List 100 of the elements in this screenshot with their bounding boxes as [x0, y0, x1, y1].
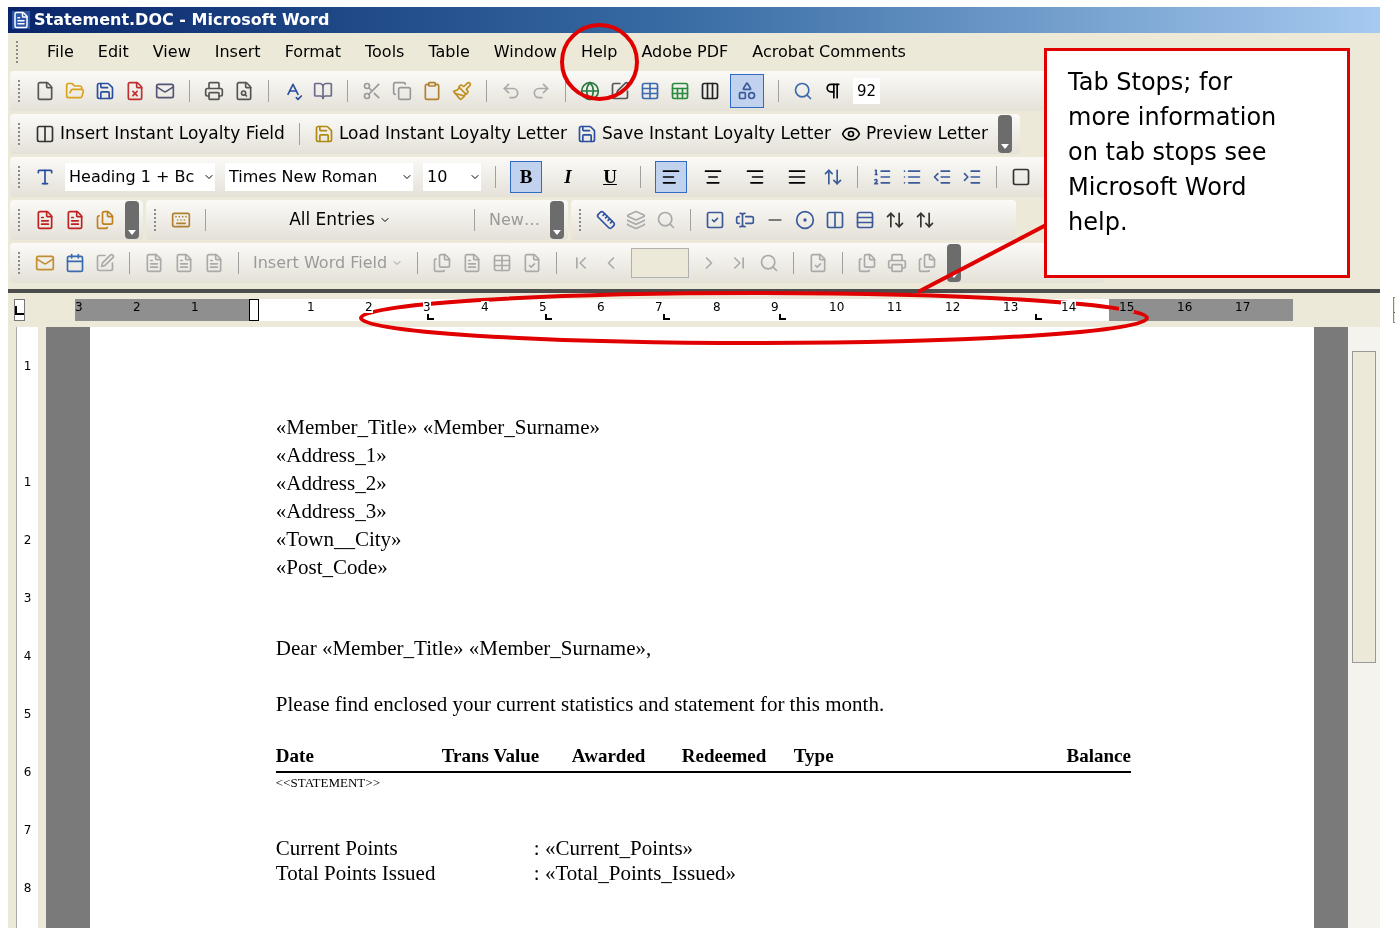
styles-icon[interactable] — [35, 167, 55, 187]
window-title: Statement.DOC - Microsoft Word — [34, 9, 330, 31]
envelope-document-icon[interactable] — [35, 253, 55, 273]
menu-item[interactable]: File — [47, 40, 74, 64]
style-dropdown[interactable]: Heading 1 + Bc — [65, 163, 215, 191]
paste-icon[interactable] — [422, 81, 442, 101]
toolbar-grip[interactable] — [18, 252, 21, 274]
toolbar-options-button[interactable] — [125, 201, 139, 239]
ruler-number: 6 — [23, 764, 32, 781]
table-icon[interactable] — [640, 81, 660, 101]
ruler-number: 17 — [1235, 301, 1251, 313]
toolbar-grip[interactable] — [578, 209, 582, 231]
print-preview-icon[interactable] — [234, 81, 254, 101]
address-line: «Address_1» — [275, 442, 388, 469]
tab-stop-marker[interactable] — [663, 314, 670, 320]
column-header: Trans Value — [441, 744, 541, 768]
toolbar-options-button[interactable] — [549, 201, 564, 239]
format-painter-icon[interactable] — [452, 81, 472, 101]
frame-icon[interactable] — [824, 210, 845, 230]
check-errors-icon[interactable] — [808, 253, 829, 273]
radio-icon[interactable] — [794, 210, 815, 230]
font-size-dropdown[interactable]: 10 — [423, 163, 481, 191]
ruler-number: 9 — [771, 301, 779, 313]
ruler-number: 8 — [23, 880, 32, 897]
columns-icon[interactable] — [700, 81, 720, 101]
mail-icon[interactable] — [155, 81, 175, 101]
menu-item[interactable]: Window — [493, 40, 557, 64]
printer-icon[interactable] — [204, 81, 224, 101]
ruler-number: 3 — [75, 301, 83, 313]
scroll-thumb[interactable] — [1352, 351, 1376, 663]
decrease-indent-icon[interactable] — [932, 167, 952, 187]
toolbar-button[interactable]: Save Instant Loyalty Letter — [576, 121, 831, 147]
menu-item[interactable]: Format — [284, 40, 341, 64]
globe-icon[interactable] — [580, 81, 600, 101]
vertical-scrollbar[interactable] — [1348, 327, 1380, 928]
paragraph-mark-icon[interactable] — [823, 81, 843, 101]
text-field-icon[interactable] — [734, 210, 755, 230]
menu-item[interactable]: View — [152, 40, 191, 64]
border-icon[interactable] — [1011, 167, 1031, 187]
increase-indent-icon[interactable] — [962, 167, 982, 187]
toolbar-button[interactable]: Preview Letter — [841, 121, 988, 147]
menu-item[interactable]: Help — [580, 40, 618, 64]
up-down-icon[interactable] — [884, 210, 905, 230]
toolbar-grip[interactable] — [18, 123, 21, 145]
tab-stop-marker[interactable] — [427, 314, 434, 320]
menu-item[interactable]: Acrobat Comments — [752, 40, 906, 64]
toolbar-grip[interactable] — [18, 209, 21, 231]
toolbar-grip[interactable] — [18, 166, 21, 188]
ruler-number: 1 — [307, 301, 315, 313]
ruler-number: 3 — [423, 301, 431, 313]
menu-item[interactable]: Adobe PDF — [641, 40, 729, 64]
zoom-field[interactable]: 92 — [853, 78, 881, 104]
tab-stop-marker[interactable] — [779, 314, 786, 320]
ruler-pencil-icon[interactable] — [595, 210, 616, 230]
font-dropdown[interactable]: Times New Roman — [225, 163, 413, 191]
toolbar-options-button[interactable] — [998, 115, 1012, 153]
new-document-icon[interactable] — [35, 81, 55, 101]
toolbar-grip[interactable] — [154, 209, 157, 231]
tab-stop-marker[interactable] — [1035, 314, 1042, 320]
menu-item[interactable]: Insert — [214, 40, 261, 64]
format-toggle-button[interactable]: U — [594, 161, 626, 193]
pencil-table-icon[interactable] — [610, 81, 630, 101]
toolbar-grip[interactable] — [16, 41, 19, 63]
ruler-number: 4 — [481, 301, 489, 313]
drawing-button[interactable] — [730, 74, 764, 108]
ruler-number: 2 — [133, 301, 141, 313]
checkbox-icon[interactable] — [704, 210, 725, 230]
save-icon[interactable] — [95, 81, 115, 101]
align-button[interactable] — [655, 161, 687, 193]
menu-item[interactable]: Tools — [365, 40, 405, 64]
align-center-icon — [703, 167, 723, 187]
copy-icon[interactable] — [392, 81, 412, 101]
spreadsheet-icon[interactable] — [670, 81, 690, 101]
menu-item[interactable]: Edit — [97, 40, 129, 64]
format-toggle-button[interactable]: I — [552, 161, 584, 193]
format-toggle-button[interactable]: B — [510, 161, 542, 193]
line-spacing-icon[interactable] — [823, 167, 843, 187]
bullet-list-icon[interactable] — [902, 167, 922, 187]
toolbar-button[interactable]: Insert Instant Loyalty Field — [35, 121, 285, 147]
tab-stop-marker[interactable] — [545, 314, 552, 320]
list-box-icon[interactable] — [854, 210, 875, 230]
autotext-dropdown[interactable]: All Entries — [220, 207, 460, 233]
points-label: Total Points Issued — [275, 861, 437, 886]
align-justify-icon — [787, 167, 807, 187]
menu-item[interactable]: Table — [428, 40, 470, 64]
book-icon[interactable] — [313, 81, 333, 101]
ruler-number: 1 — [23, 474, 32, 491]
ruler-number: 6 — [597, 301, 605, 313]
cut-icon[interactable] — [362, 81, 382, 101]
numbered-list-icon[interactable] — [872, 167, 892, 187]
record-number-field[interactable] — [631, 248, 690, 278]
document-x-icon[interactable] — [125, 81, 145, 101]
toolbar-grip[interactable] — [18, 80, 21, 102]
salutation: Dear «Member_Title» «Member_Surname», — [275, 635, 653, 662]
word-document-icon — [12, 11, 30, 29]
ruler-number: 16 — [1177, 301, 1193, 313]
tab-selector-button[interactable] — [14, 299, 25, 321]
toolbar-button[interactable]: Load Instant Loyalty Letter — [313, 121, 567, 147]
pdf-icon[interactable] — [35, 210, 55, 230]
indent-marker[interactable] — [249, 299, 259, 321]
